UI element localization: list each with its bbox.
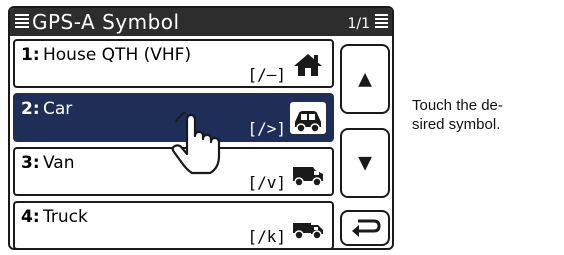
menu-icon-right bbox=[375, 14, 388, 29]
menu-icon bbox=[15, 14, 29, 29]
title-bar: GPS-A Symbol 1/1 bbox=[10, 8, 392, 36]
gps-a-symbol-screen: GPS-A Symbol 1/1 1: House QTH (VHF) [/–]… bbox=[8, 6, 394, 250]
item-number: 3: bbox=[21, 153, 40, 173]
item-code: [/–] bbox=[247, 65, 286, 84]
down-arrow-icon: ▼ bbox=[358, 152, 372, 174]
van-icon bbox=[293, 167, 323, 187]
caption-line: sired symbol. bbox=[412, 116, 501, 133]
item-name: House QTH (VHF) bbox=[43, 45, 192, 65]
back-button[interactable] bbox=[340, 210, 390, 246]
page-indicator: 1/1 bbox=[347, 16, 370, 32]
item-number: 2: bbox=[21, 99, 40, 119]
list-item-house-qth[interactable]: 1: House QTH (VHF) [/–] bbox=[13, 39, 334, 88]
house-icon bbox=[294, 54, 322, 76]
caption-line: Touch the de- bbox=[412, 97, 503, 114]
up-arrow-icon: ▲ bbox=[358, 68, 372, 90]
list-item-truck[interactable]: 4: Truck [/k] bbox=[13, 201, 334, 248]
car-icon bbox=[290, 102, 326, 134]
item-code: [/v] bbox=[247, 173, 286, 192]
item-code: [/>] bbox=[247, 119, 286, 138]
touch-hand-icon bbox=[171, 112, 221, 175]
scroll-down-button[interactable]: ▼ bbox=[340, 128, 390, 198]
scroll-up-button[interactable]: ▲ bbox=[340, 44, 390, 114]
item-name: Truck bbox=[43, 207, 88, 227]
item-name: Van bbox=[43, 153, 75, 173]
item-name: Car bbox=[43, 99, 73, 119]
truck-icon bbox=[293, 223, 323, 240]
item-number: 4: bbox=[21, 207, 40, 227]
item-code: [/k] bbox=[247, 227, 286, 246]
instruction-caption: Touch the de- sired symbol. bbox=[412, 96, 503, 134]
return-icon bbox=[352, 219, 381, 237]
item-number: 1: bbox=[21, 45, 40, 65]
screen-title: GPS-A Symbol bbox=[32, 10, 180, 34]
